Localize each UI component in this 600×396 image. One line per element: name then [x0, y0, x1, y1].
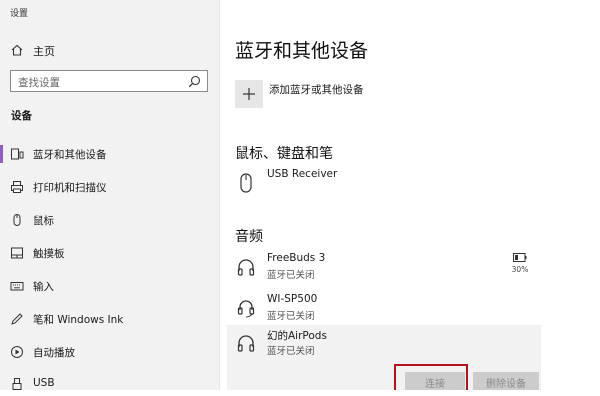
- plus-icon-tile: [235, 80, 263, 108]
- add-device-button[interactable]: 添加蓝牙或其他设备: [235, 78, 535, 110]
- headphones-icon: [237, 335, 255, 352]
- device-name: USB Receiver: [267, 168, 338, 180]
- device-status: 蓝牙已关闭: [267, 346, 315, 357]
- sidebar-item-pen[interactable]: 笔和 Windows Ink: [0, 307, 219, 331]
- sidebar-item-mouse[interactable]: 鼠标: [0, 208, 219, 232]
- window-title: 设置: [10, 9, 29, 19]
- device-status: 蓝牙已关闭: [267, 311, 315, 322]
- mouse-icon: [13, 214, 21, 226]
- page-title: 蓝牙和其他设备: [235, 40, 369, 62]
- headphones-icon: [237, 259, 255, 276]
- sidebar-item-label: 输入: [33, 281, 54, 293]
- device-airpods[interactable]: 幻的AirPods 蓝牙已关闭: [227, 325, 541, 363]
- sidebar-item-label: 笔和 Windows Ink: [33, 314, 124, 326]
- sidebar-item-bluetooth[interactable]: 蓝牙和其他设备: [0, 142, 219, 166]
- device-freebuds-3[interactable]: FreeBuds 3 蓝牙已关闭 30%: [227, 249, 541, 287]
- device-usb-receiver[interactable]: USB Receiver: [227, 165, 541, 203]
- sidebar-item-label: 自动播放: [33, 347, 75, 359]
- search-icon[interactable]: [188, 75, 201, 88]
- group-title-input-devices: 鼠标、键盘和笔: [235, 146, 333, 162]
- device-status: 蓝牙已关闭: [267, 270, 315, 281]
- sidebar-item-printers[interactable]: 打印机和扫描仪: [0, 175, 219, 199]
- mouse-icon: [240, 173, 252, 193]
- sidebar-item-touchpad[interactable]: 触摸板: [0, 241, 219, 265]
- sidebar-item-label: 打印机和扫描仪: [33, 182, 107, 194]
- sidebar-item-label: 蓝牙和其他设备: [33, 149, 107, 161]
- add-device-label: 添加蓝牙或其他设备: [269, 84, 364, 96]
- sidebar-item-autoplay[interactable]: 自动播放: [0, 340, 219, 364]
- nav-home-label: 主页: [33, 45, 55, 58]
- section-header-devices: 设备: [11, 110, 32, 122]
- touchpad-icon: [11, 247, 23, 259]
- annotation-highlight-box: [394, 364, 468, 390]
- keyboard-icon: [10, 282, 24, 291]
- headset-icon: [237, 300, 255, 318]
- sidebar-item-input[interactable]: 输入: [0, 274, 219, 298]
- selected-indicator: [0, 145, 3, 163]
- home-icon: [11, 44, 23, 56]
- sidebar: 设置 主页 查找设置 设备 蓝牙和其他设备 打印机和扫描仪 鼠标 触摸板 输入 …: [0, 0, 219, 390]
- device-name: FreeBuds 3: [267, 252, 326, 264]
- battery-icon: [513, 253, 527, 262]
- autoplay-icon: [11, 346, 23, 358]
- sidebar-item-label: USB: [33, 377, 55, 389]
- usb-icon: [12, 378, 22, 390]
- battery-indicator: 30%: [505, 253, 535, 283]
- remove-device-button[interactable]: 删除设备: [473, 372, 539, 390]
- sidebar-item-usb[interactable]: USB: [0, 372, 219, 396]
- plus-icon: [243, 88, 255, 100]
- device-wi-sp500[interactable]: WI-SP500 蓝牙已关闭: [227, 290, 541, 328]
- device-name: 幻的AirPods: [267, 330, 327, 342]
- search-placeholder: 查找设置: [18, 77, 60, 89]
- battery-percent: 30%: [511, 265, 529, 274]
- sidebar-item-label: 触摸板: [33, 248, 65, 260]
- nav-home[interactable]: 主页: [0, 38, 219, 62]
- bluetooth-devices-icon: [11, 148, 24, 160]
- search-input[interactable]: 查找设置: [10, 70, 208, 92]
- printer-icon: [11, 181, 23, 193]
- device-name: WI-SP500: [267, 293, 318, 305]
- group-title-audio: 音频: [235, 229, 263, 245]
- main-pane: 蓝牙和其他设备 添加蓝牙或其他设备 鼠标、键盘和笔 USB Receiver 音…: [219, 0, 600, 390]
- sidebar-item-label: 鼠标: [33, 215, 54, 227]
- pen-icon: [11, 313, 23, 325]
